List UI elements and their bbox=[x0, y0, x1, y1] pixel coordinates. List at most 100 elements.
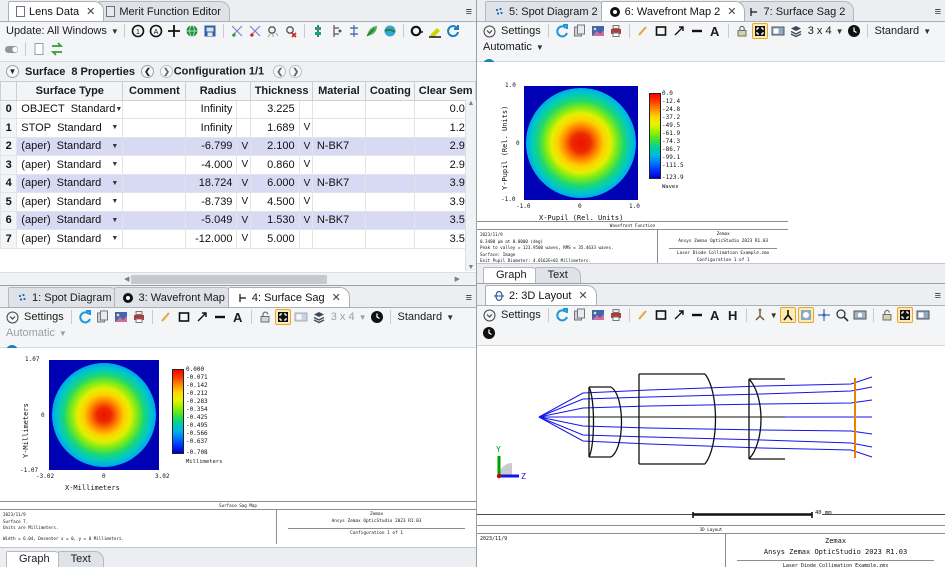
scroll-up-icon[interactable]: ▲ bbox=[468, 100, 475, 107]
row-material[interactable]: N-BK7 bbox=[311, 210, 366, 230]
row-comment[interactable] bbox=[122, 210, 187, 230]
text-tool-icon[interactable]: A bbox=[707, 23, 723, 39]
row-thickness-variable[interactable]: V bbox=[298, 155, 313, 175]
row-surface-type[interactable]: (aper) Standard ▼ bbox=[16, 229, 124, 249]
chevron-down-icon[interactable]: ▼ bbox=[111, 161, 118, 168]
row-radius-variable[interactable]: V bbox=[236, 210, 251, 230]
scroll-right-icon[interactable]: ▶ bbox=[455, 275, 460, 283]
rectangle-tool-icon[interactable] bbox=[176, 309, 192, 325]
copy-icon[interactable] bbox=[572, 23, 588, 39]
row-radius[interactable]: -4.000 bbox=[185, 155, 238, 175]
surface-sag-plot[interactable]: 1.07 0 -1.07 -3.02 0 3.02 X-Millimeters … bbox=[0, 348, 476, 547]
chevron-down-icon[interactable]: ▼ bbox=[111, 198, 118, 205]
tab-text[interactable]: Text bbox=[534, 267, 581, 283]
scroll-down-icon[interactable]: ▼ bbox=[468, 264, 475, 271]
lock-open-icon[interactable] bbox=[257, 309, 273, 325]
refresh-icon[interactable] bbox=[445, 23, 461, 39]
chevron-down-icon[interactable]: ▼ bbox=[115, 106, 121, 113]
line-tool-icon[interactable] bbox=[212, 309, 228, 325]
tolerance-icon[interactable] bbox=[310, 23, 326, 39]
lock-icon[interactable] bbox=[734, 23, 750, 39]
close-icon[interactable]: ✕ bbox=[86, 5, 95, 18]
settings-label[interactable]: Settings bbox=[499, 25, 543, 37]
move-view-icon[interactable] bbox=[816, 307, 832, 323]
layers-icon[interactable] bbox=[788, 23, 804, 39]
print-icon[interactable] bbox=[608, 307, 624, 323]
rectangle-tool-icon[interactable] bbox=[653, 23, 669, 39]
col-clear-semi[interactable]: Clear Sem bbox=[413, 82, 476, 101]
tab-surface-sag-1[interactable]: 4: Surface Sag ✕ bbox=[227, 287, 350, 307]
settings-label[interactable]: Settings bbox=[499, 309, 543, 321]
row-coating[interactable] bbox=[364, 229, 415, 249]
tab-wavefront-map-2[interactable]: 6: Wavefront Map 2 ✕ bbox=[600, 1, 746, 21]
window-snapshot-icon[interactable] bbox=[770, 23, 786, 39]
row-surface-type[interactable]: STOP Standard ▼ bbox=[16, 118, 124, 138]
globe-icon[interactable] bbox=[184, 23, 200, 39]
row-coating[interactable] bbox=[364, 99, 415, 119]
tab-graph[interactable]: Graph bbox=[483, 267, 540, 283]
col-thickness[interactable]: Thickness bbox=[249, 82, 313, 101]
row-comment[interactable] bbox=[122, 155, 187, 175]
row-material[interactable] bbox=[311, 99, 366, 119]
window-snapshot-icon[interactable] bbox=[915, 307, 931, 323]
settings-label[interactable]: Settings bbox=[22, 311, 66, 323]
arrow-tool-icon[interactable] bbox=[194, 309, 210, 325]
col-material[interactable]: Material bbox=[311, 82, 366, 101]
layers-icon[interactable] bbox=[311, 309, 327, 325]
wavefront-plot[interactable]: 1.0 0 -1.0 -1.0 0 1.0 X-Pupil (Rel. Unit… bbox=[477, 62, 945, 263]
row-thickness-variable[interactable]: V bbox=[298, 173, 313, 193]
update-all-windows-label[interactable]: Update: All Windows bbox=[4, 25, 109, 37]
row-thickness-variable[interactable]: V bbox=[298, 192, 313, 212]
row-surface-type[interactable]: OBJECT Standard ▼ bbox=[16, 99, 124, 119]
row-thickness[interactable]: 3.225 bbox=[249, 99, 300, 119]
settings-chevron-icon[interactable] bbox=[481, 23, 497, 39]
col-comment[interactable]: Comment bbox=[122, 82, 187, 101]
row-material[interactable] bbox=[311, 229, 366, 249]
row-thickness-variable[interactable] bbox=[298, 229, 313, 249]
rotate-view-icon[interactable] bbox=[752, 307, 768, 323]
table-row[interactable]: 4 (aper) Standard ▼ 18.724 V 6.000 V N-BK7… bbox=[0, 173, 476, 193]
chevron-down-icon[interactable]: ▼ bbox=[111, 143, 118, 150]
col-corner[interactable] bbox=[0, 82, 18, 101]
tab-wavefront-map-1[interactable]: 3: Wavefront Map bbox=[114, 287, 234, 307]
row-thickness[interactable]: 1.689 bbox=[249, 118, 300, 138]
row-radius[interactable]: -12.000 bbox=[185, 229, 238, 249]
orient-axes-icon[interactable] bbox=[779, 307, 796, 323]
copy-icon[interactable] bbox=[95, 309, 111, 325]
print-icon[interactable] bbox=[131, 309, 147, 325]
lock-open-icon[interactable] bbox=[879, 307, 895, 323]
row-surface-type[interactable]: (aper) Standard ▼ bbox=[16, 173, 124, 193]
config-next-button[interactable]: ❯ bbox=[289, 65, 303, 78]
line-tool-icon[interactable] bbox=[689, 307, 705, 323]
row-coating[interactable] bbox=[364, 136, 415, 156]
row-comment[interactable] bbox=[122, 173, 187, 193]
pen-tool-icon[interactable] bbox=[635, 307, 651, 323]
table-row[interactable]: 5 (aper) Standard ▼ -8.739 V 4.500 V 3.92 bbox=[0, 192, 476, 212]
expand-chevron-icon[interactable]: ▼ bbox=[6, 65, 19, 78]
table-horizontal-scrollbar[interactable]: ◀ ▶ bbox=[0, 272, 476, 285]
row-comment[interactable] bbox=[122, 229, 187, 249]
row-comment[interactable] bbox=[122, 99, 187, 119]
row-material[interactable] bbox=[311, 118, 366, 138]
tab-lens-data[interactable]: Lens Data ✕ bbox=[8, 1, 105, 21]
row-radius[interactable]: Infinity bbox=[185, 99, 238, 119]
tab-overflow-icon[interactable]: ≡ bbox=[466, 6, 473, 18]
row-comment[interactable] bbox=[122, 136, 187, 156]
fit-window-icon[interactable] bbox=[274, 309, 291, 325]
row-surface-type[interactable]: (aper) Standard ▼ bbox=[16, 192, 124, 212]
col-radius[interactable]: Radius bbox=[185, 82, 251, 101]
tab-merit-function-editor[interactable]: Merit Function Editor bbox=[98, 1, 230, 21]
scale-label[interactable]: Automatic bbox=[481, 41, 534, 53]
tolerance-2-icon[interactable] bbox=[328, 23, 344, 39]
surface-next-button[interactable]: ❯ bbox=[159, 65, 173, 78]
crosshair-icon[interactable] bbox=[166, 23, 182, 39]
tab-overflow-icon[interactable]: ≡ bbox=[466, 292, 473, 304]
tolerance-3-icon[interactable] bbox=[346, 23, 362, 39]
chevron-down-icon[interactable]: ▼ bbox=[59, 329, 67, 338]
chevron-down-icon[interactable]: ▼ bbox=[111, 235, 118, 242]
layout-3d-plot[interactable]: Y Z 40 mm 3D Layout 2023/11/9 Zemax Ansy… bbox=[477, 346, 945, 567]
zoom-view-icon[interactable] bbox=[834, 307, 850, 323]
arrow-tool-icon[interactable] bbox=[671, 307, 687, 323]
table-row[interactable]: 3 (aper) Standard ▼ -4.000 V 0.860 V 2.97 bbox=[0, 155, 476, 175]
print-icon[interactable] bbox=[608, 23, 624, 39]
